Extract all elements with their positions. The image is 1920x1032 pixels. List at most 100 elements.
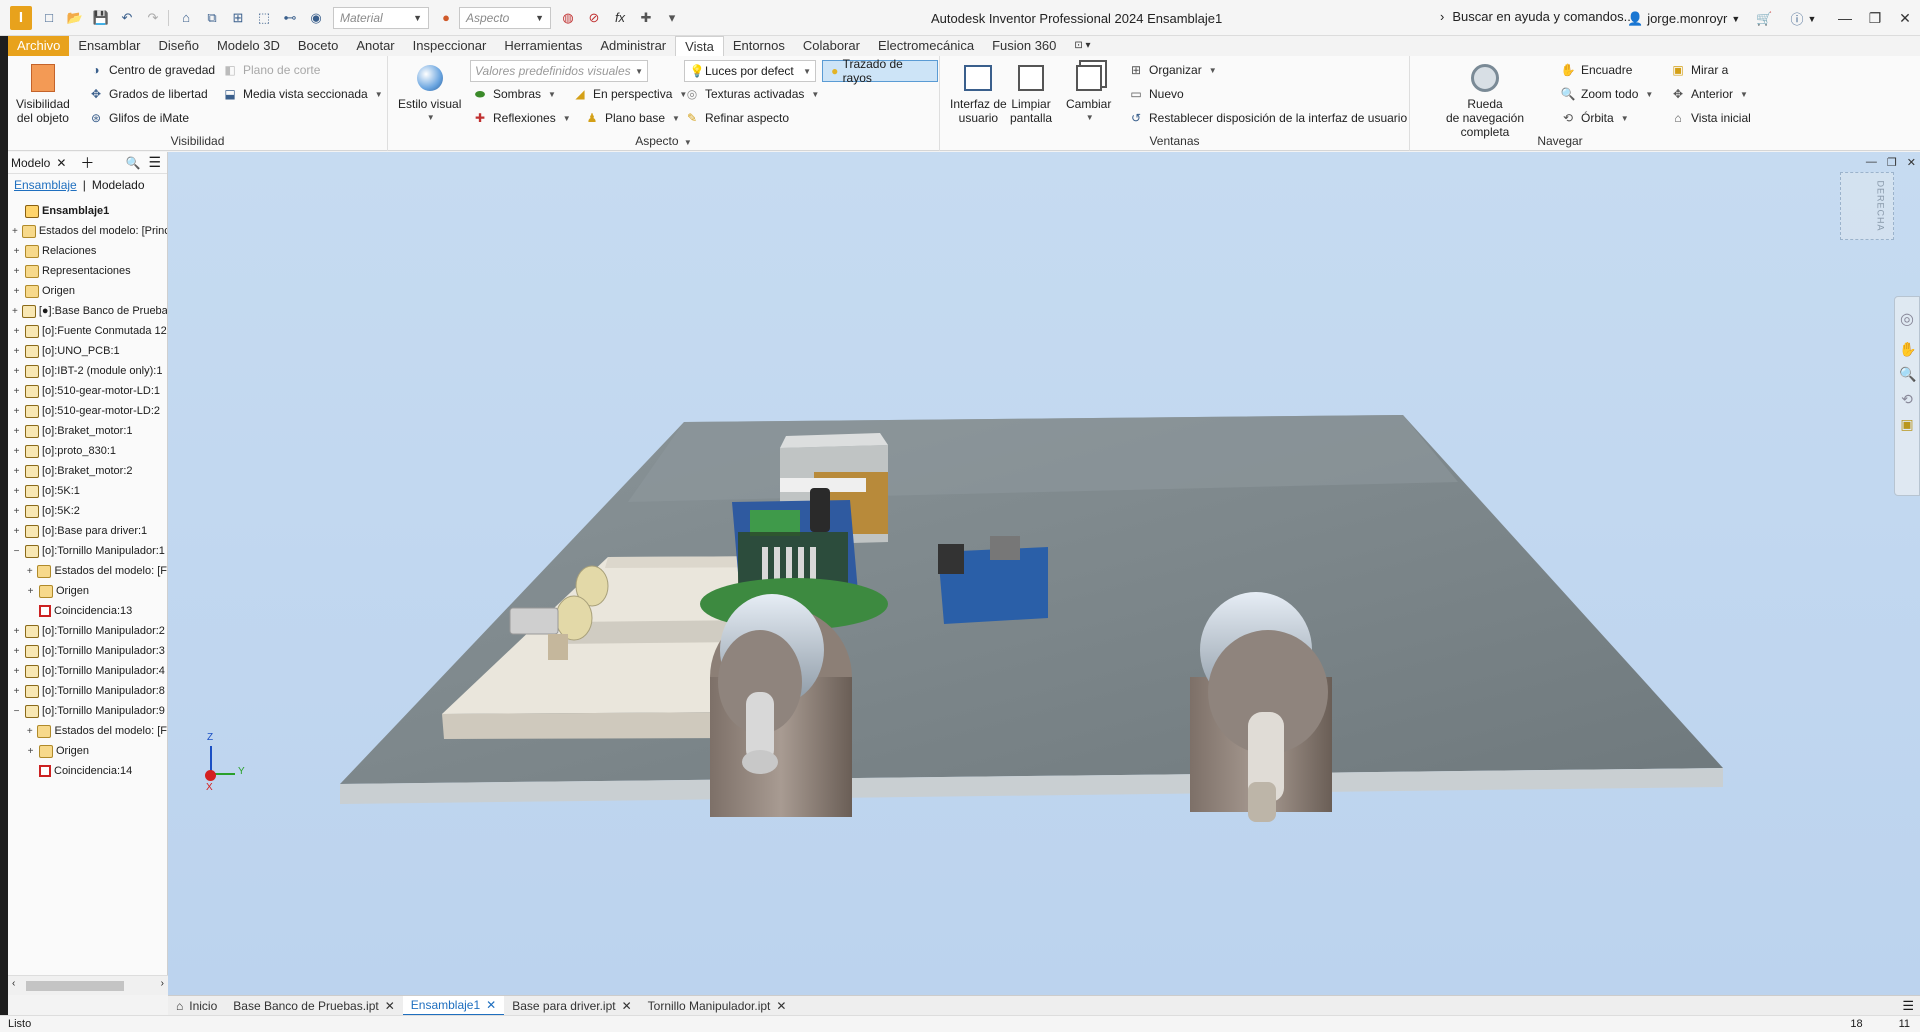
tree-node[interactable]: + [o]:5K:2: [8, 501, 167, 521]
expand-icon[interactable]: +: [12, 446, 21, 456]
minimize-icon[interactable]: —: [1866, 156, 1877, 169]
expand-icon[interactable]: +: [12, 686, 21, 696]
tree-node[interactable]: + [o]:UNO_PCB:1: [8, 341, 167, 361]
home-view-button[interactable]: ⌂ Vista inicial: [1670, 108, 1750, 128]
tree-node[interactable]: + Estados del modelo: [F: [8, 561, 167, 581]
home-icon[interactable]: ⌂: [177, 9, 195, 27]
tree-node[interactable]: + [o]:Base para driver:1: [8, 521, 167, 541]
customize-qat-icon[interactable]: ▾: [663, 9, 681, 27]
tab-anotar[interactable]: Anotar: [347, 36, 403, 56]
expand-icon[interactable]: +: [12, 486, 21, 496]
expand-icon[interactable]: +: [12, 326, 21, 336]
tree-node[interactable]: + [o]:510-gear-motor-LD:1: [8, 381, 167, 401]
appearance-select[interactable]: Aspecto ▼: [459, 6, 551, 29]
shadows-button[interactable]: ⬬ Sombras ▼: [472, 84, 556, 104]
tree-node[interactable]: Coincidencia:14: [8, 761, 167, 781]
expand-icon[interactable]: +: [12, 226, 18, 236]
degrees-of-freedom-button[interactable]: ✥ Grados de libertad: [88, 84, 208, 104]
collapse-icon[interactable]: −: [12, 546, 21, 556]
add-icon[interactable]: ＋: [80, 153, 94, 173]
fx-parameters-icon[interactable]: fx: [611, 9, 629, 27]
expand-icon[interactable]: +: [12, 426, 21, 436]
look-at-button[interactable]: ▣ Mirar a: [1670, 60, 1728, 80]
tree-node[interactable]: + [o]:Braket_motor:1: [8, 421, 167, 441]
collapse-icon[interactable]: −: [12, 706, 21, 716]
restore-icon[interactable]: ❐: [1860, 0, 1890, 36]
expand-icon[interactable]: +: [12, 366, 21, 376]
adjust-appearance-icon[interactable]: ◍: [559, 9, 577, 27]
minimize-icon[interactable]: —: [1830, 0, 1860, 36]
tree-node[interactable]: + [o]:Fuente Conmutada 12: [8, 321, 167, 341]
expand-icon[interactable]: +: [12, 466, 21, 476]
tree-node[interactable]: − [o]:Tornillo Manipulador:1: [8, 541, 167, 561]
half-section-view-button[interactable]: ⬓ Media vista seccionada ▼: [222, 84, 382, 104]
tree-node[interactable]: + [o]:Tornillo Manipulador:2: [8, 621, 167, 641]
tree-node[interactable]: + [o]:Braket_motor:2: [8, 461, 167, 481]
look-at-icon[interactable]: ▣: [1899, 416, 1915, 433]
textures-button[interactable]: ◎ Texturas activadas ▼: [684, 84, 820, 104]
close-icon[interactable]: ✕: [1907, 156, 1916, 169]
tab-diseno[interactable]: Diseño: [150, 36, 208, 56]
expand-icon[interactable]: +: [12, 246, 21, 256]
tab-ensamblar[interactable]: Ensamblar: [69, 36, 149, 56]
expand-icon[interactable]: +: [26, 586, 35, 596]
browser-tab-modelado[interactable]: Modelado: [92, 178, 145, 192]
expand-icon[interactable]: +: [26, 566, 33, 576]
orbit-button[interactable]: ⟲ Órbita ▼: [1560, 108, 1629, 128]
refine-appearance-button[interactable]: ✎ Refinar aspecto: [684, 108, 789, 128]
doc-tab-base-driver[interactable]: Base para driver.ipt ✕: [504, 996, 639, 1016]
close-icon[interactable]: ✕: [486, 995, 496, 1015]
tree-node[interactable]: + Origen: [8, 741, 167, 761]
measure-icon[interactable]: ⊷: [281, 9, 299, 27]
menu-icon[interactable]: ☰: [1902, 998, 1914, 1014]
tree-node[interactable]: − [o]:Tornillo Manipulador:9: [8, 701, 167, 721]
tab-colaborar[interactable]: Colaborar: [794, 36, 869, 56]
update-all-icon[interactable]: ⊞: [229, 9, 247, 27]
orbit-icon[interactable]: ⟲: [1899, 391, 1915, 408]
cart-icon[interactable]: 🛒: [1756, 11, 1772, 27]
ribbon-display-options-icon[interactable]: ⊡ ▾: [1065, 36, 1099, 56]
tab-electromecanica[interactable]: Electromecánica: [869, 36, 983, 56]
close-icon[interactable]: ✕: [1890, 0, 1920, 36]
doc-tab-tornillo[interactable]: Tornillo Manipulador.ipt ✕: [640, 996, 795, 1016]
tree-node[interactable]: + [o]:Tornillo Manipulador:4: [8, 661, 167, 681]
tab-modelo-3d[interactable]: Modelo 3D: [208, 36, 289, 56]
expand-icon[interactable]: +: [12, 526, 21, 536]
ground-plane-button[interactable]: ♟ Plano base ▼: [584, 108, 680, 128]
close-icon[interactable]: ✕: [776, 996, 786, 1016]
tree-node[interactable]: Coincidencia:13: [8, 601, 167, 621]
add-icon[interactable]: ✚: [637, 9, 655, 27]
section-plane-button[interactable]: ◧ Plano de corte: [222, 60, 320, 80]
doc-tab-ensamblaje1[interactable]: Ensamblaje1 ✕: [402, 995, 505, 1016]
object-visibility-button[interactable]: Visibilidad del objeto: [16, 62, 70, 125]
expand-icon[interactable]: +: [26, 726, 33, 736]
expand-icon[interactable]: +: [26, 746, 35, 756]
visual-style-button[interactable]: Estilo visual ▼: [398, 62, 461, 125]
tab-entornos[interactable]: Entornos: [724, 36, 794, 56]
panel-title-aspecto[interactable]: Aspecto ▼: [388, 134, 939, 148]
pan-hand-icon[interactable]: ✋: [1899, 341, 1916, 358]
browser-tab-ensamblaje[interactable]: Ensamblaje: [14, 178, 77, 192]
tree-node[interactable]: + [o]:Tornillo Manipulador:3: [8, 641, 167, 661]
clean-screen-button[interactable]: Limpiar pantalla: [1010, 62, 1052, 125]
perspective-button[interactable]: ◢ En perspectiva ▼: [572, 84, 687, 104]
user-interface-button[interactable]: Interfaz de usuario: [950, 62, 1007, 125]
tree-node[interactable]: + [o]:IBT-2 (module only):1: [8, 361, 167, 381]
expand-icon[interactable]: +: [12, 386, 21, 396]
tree-node[interactable]: + [o]:510-gear-motor-LD:2: [8, 401, 167, 421]
tree-node[interactable]: + Estados del modelo: [F: [8, 721, 167, 741]
close-icon[interactable]: ✕: [622, 996, 632, 1016]
redo-icon[interactable]: ↷: [144, 9, 162, 27]
expand-icon[interactable]: +: [12, 666, 21, 676]
tree-node[interactable]: + [o]:proto_830:1: [8, 441, 167, 461]
update-icon[interactable]: ⧉: [203, 9, 221, 27]
tab-boceto[interactable]: Boceto: [289, 36, 347, 56]
clear-appearance-icon[interactable]: ⊘: [585, 9, 603, 27]
tree-node[interactable]: + [●]:Base Banco de Prueba: [8, 301, 167, 321]
help-search-input[interactable]: › Buscar en ayuda y comandos...: [1440, 9, 1634, 24]
ray-tracing-toggle[interactable]: ● Trazado de rayos: [822, 57, 938, 85]
expand-icon[interactable]: +: [12, 506, 21, 516]
open-folder-icon[interactable]: 📂: [66, 9, 84, 27]
switch-window-button[interactable]: Cambiar ▼: [1066, 62, 1111, 125]
menu-icon[interactable]: ☰: [148, 154, 161, 171]
